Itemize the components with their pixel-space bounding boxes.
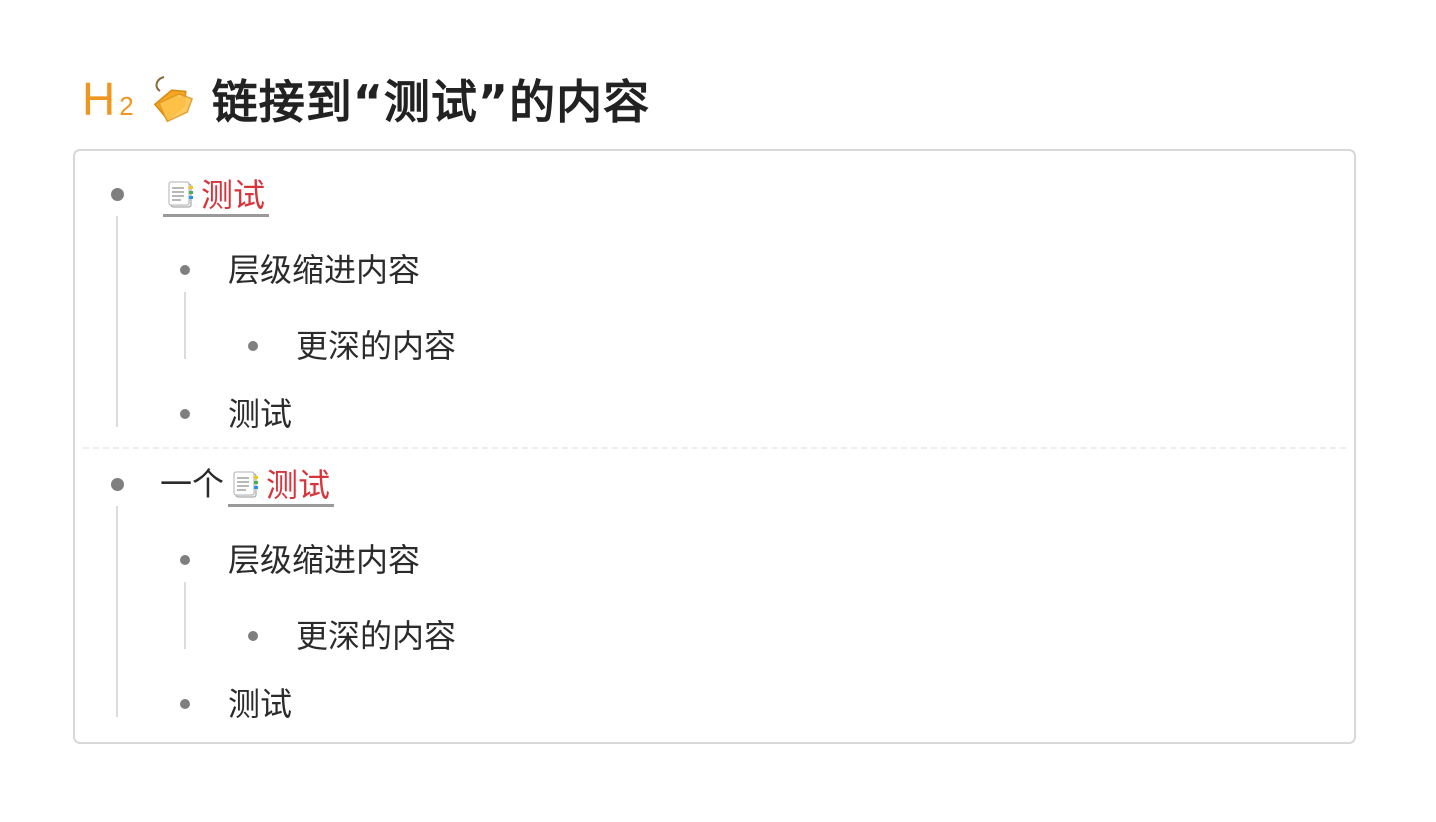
heading-level-marker: H 2 [82, 76, 134, 122]
indent-guide [184, 292, 186, 359]
list-bullet[interactable] [180, 555, 190, 565]
tag-icon [153, 76, 193, 123]
list-bullet[interactable] [248, 341, 258, 351]
indent-guide [116, 216, 118, 427]
heading-level-letter: H [82, 73, 116, 125]
document-reference-link[interactable]: 测试 [228, 465, 335, 507]
backlinks-page: H 2 链接到“测试”的内容 测试 层级缩进内容 更深的内容 测试 一个 测试 … [0, 0, 1436, 822]
group-divider [83, 447, 1346, 449]
document-reference-label: 测试 [266, 465, 331, 504]
document-reference-label: 测试 [201, 175, 266, 214]
backlinks-panel: 测试 层级缩进内容 更深的内容 测试 一个 测试 层级缩进内容 更深的内容 测试 [73, 149, 1356, 744]
list-bullet[interactable] [180, 265, 190, 275]
list-bullet[interactable] [180, 409, 190, 419]
document-icon [233, 471, 258, 497]
document-reference-link[interactable]: 测试 [163, 175, 270, 217]
list-item: 测试 [228, 685, 293, 723]
list-item: 更深的内容 [296, 617, 457, 655]
list-item: 层级缩进内容 [228, 541, 421, 579]
section-heading: H 2 链接到“测试”的内容 [82, 66, 650, 132]
list-item: 测试 [228, 395, 293, 433]
list-item: 更深的内容 [296, 327, 457, 365]
list-bullet[interactable] [111, 188, 124, 201]
list-bullet[interactable] [180, 699, 190, 709]
section-title: 链接到“测试”的内容 [211, 75, 651, 129]
list-item-prefix: 一个 [160, 465, 225, 503]
document-icon [168, 181, 193, 207]
list-bullet[interactable] [111, 478, 124, 491]
indent-guide [184, 582, 186, 649]
indent-guide [116, 506, 118, 717]
heading-level-number: 2 [119, 91, 134, 121]
list-item: 层级缩进内容 [228, 251, 421, 289]
list-bullet[interactable] [248, 631, 258, 641]
